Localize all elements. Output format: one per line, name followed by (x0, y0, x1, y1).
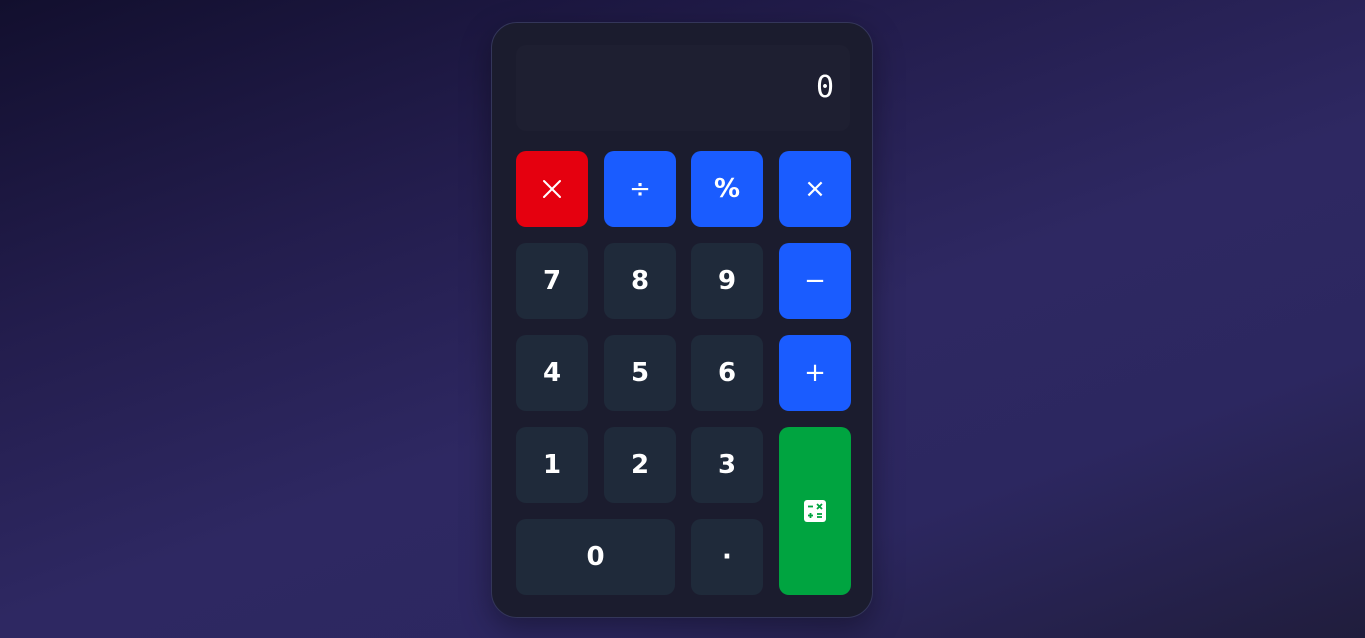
digit-8-button[interactable]: 8 (604, 243, 676, 319)
digit-5-button[interactable]: 5 (604, 335, 676, 411)
digit-0-button[interactable]: 0 (516, 519, 675, 595)
digit-label: 1 (542, 450, 562, 480)
divide-button[interactable]: ÷ (604, 151, 676, 227)
digit-4-button[interactable]: 4 (516, 335, 588, 411)
digit-9-button[interactable]: 9 (691, 243, 763, 319)
decimal-button[interactable]: · (691, 519, 763, 595)
multiply-label: × (804, 174, 826, 204)
percent-button[interactable]: % (691, 151, 763, 227)
calculator-icon (804, 500, 826, 522)
subtract-button[interactable]: − (779, 243, 851, 319)
subtract-label: − (804, 266, 826, 296)
digit-1-button[interactable]: 1 (516, 427, 588, 503)
digit-label: 0 (586, 542, 605, 572)
display-value: 0 (815, 70, 834, 105)
decimal-label: · (722, 542, 732, 572)
clear-button[interactable] (516, 151, 588, 227)
add-label: + (804, 358, 826, 388)
digit-label: 3 (717, 450, 737, 480)
add-button[interactable]: + (779, 335, 851, 411)
digit-label: 7 (542, 266, 562, 296)
calculator: 0 ÷ % × 7 8 9 − 4 5 6 + 1 2 3 0 · (491, 22, 873, 618)
close-icon (541, 178, 563, 200)
digit-6-button[interactable]: 6 (691, 335, 763, 411)
digit-label: 9 (717, 266, 737, 296)
digit-label: 5 (630, 358, 650, 388)
digit-label: 6 (717, 358, 737, 388)
digit-3-button[interactable]: 3 (691, 427, 763, 503)
digit-label: 2 (630, 450, 650, 480)
percent-label: % (713, 174, 741, 204)
digit-label: 8 (630, 266, 650, 296)
display: 0 (516, 45, 850, 131)
equals-button[interactable] (779, 427, 851, 595)
multiply-button[interactable]: × (779, 151, 851, 227)
digit-7-button[interactable]: 7 (516, 243, 588, 319)
digit-label: 4 (542, 358, 562, 388)
divide-label: ÷ (629, 174, 651, 204)
digit-2-button[interactable]: 2 (604, 427, 676, 503)
